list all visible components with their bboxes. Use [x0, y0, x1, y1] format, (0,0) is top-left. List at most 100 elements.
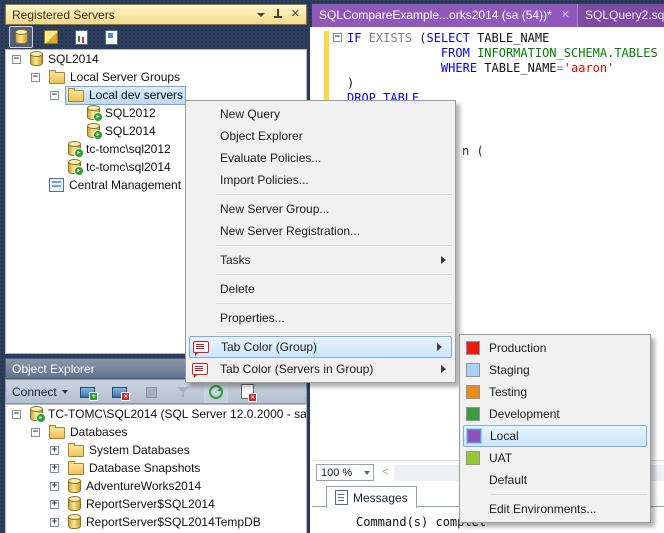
tab-color-submenu: ProductionStagingTestingDevelopment Local… [459, 334, 651, 523]
cube-icon [44, 30, 58, 44]
close-icon[interactable]: ✕ [291, 9, 300, 20]
tree-item-body: ▸SQL2014 [84, 122, 159, 141]
tree-item-label: Local Server Groups [70, 70, 180, 84]
menu-item-label: New Server Group... [220, 202, 329, 216]
code-token [347, 61, 441, 75]
menu-item-label: UAT [489, 451, 512, 465]
menu-item[interactable]: Evaluate Policies... [186, 147, 455, 169]
menu-item[interactable]: New Server Registration... [186, 220, 455, 242]
color-menu-item[interactable]: Production [460, 337, 650, 359]
color-swatch [466, 363, 480, 377]
menu-item-label: Tab Color (Group) [221, 340, 317, 354]
menu-item-label: Delete [220, 282, 255, 296]
menu-item[interactable]: Tab Color (Group) [189, 336, 452, 358]
expander-icon[interactable]: + [50, 446, 59, 455]
integration-services-button[interactable] [99, 26, 123, 48]
menu-item-label: New Query [220, 107, 280, 121]
color-swatch [466, 407, 480, 421]
hscroll-left-arrow-icon[interactable]: < [382, 466, 388, 478]
expander-icon[interactable]: − [31, 73, 40, 82]
tree-item[interactable]: +System Databases [6, 441, 306, 459]
folder-icon [68, 445, 84, 457]
pin-icon[interactable] [274, 9, 282, 20]
menu-item-label: Tasks [220, 253, 251, 267]
code-fold-icon[interactable]: − [333, 33, 342, 42]
tree-item-body: Databases [46, 423, 130, 442]
running-badge-icon: ▸ [36, 413, 46, 423]
database-play-icon: ▸ [87, 106, 100, 120]
database-icon [68, 479, 81, 493]
chevron-down-icon [364, 471, 370, 475]
expander-icon[interactable]: − [31, 428, 40, 437]
stop-button[interactable] [140, 381, 164, 403]
database-play-icon: ▸ [68, 160, 81, 174]
tree-item-label: Databases [70, 425, 127, 439]
color-menu-item[interactable]: Staging [460, 359, 650, 381]
menu-separator [216, 303, 452, 304]
expander-icon[interactable]: − [12, 55, 21, 64]
tree-item-label: ReportServer$SQL2014 [86, 497, 215, 511]
menu-item[interactable]: New Server Group... [186, 198, 455, 220]
color-menu-item[interactable]: Local [463, 425, 647, 447]
code-lines: IF EXISTS (SELECT TABLE_NAME FROM INFORM… [347, 31, 658, 106]
window-position-icon[interactable] [257, 13, 265, 17]
tree-item-label: AdventureWorks2014 [86, 479, 201, 493]
code-token: WHERE [441, 61, 477, 75]
expander-icon[interactable]: + [50, 464, 59, 473]
color-menu-item[interactable]: Edit Environments... [460, 498, 650, 520]
tree-item[interactable]: + ReportServer$SQL2014 [6, 495, 306, 513]
tree-item[interactable]: −SQL2014 [6, 50, 306, 68]
menu-item[interactable]: Import Policies... [186, 169, 455, 191]
menu-item[interactable]: Properties... [186, 307, 455, 329]
document-tab[interactable]: SQLCompareExample...orks2014 (sa (54))*✕ [312, 4, 577, 27]
tree-item[interactable]: −▸TC-TOMC\SQL2014 (SQL Server 12.0.2000 … [6, 405, 306, 423]
tab-close-icon[interactable]: ✕ [561, 4, 570, 27]
expander-icon[interactable]: − [12, 410, 21, 419]
tree-item-label: Local dev servers [89, 88, 183, 102]
database-icon [30, 52, 43, 66]
application-window: Registered Servers ✕ −SQL2014−Local Serv… [0, 0, 664, 533]
menu-item-label: Tab Color (Servers in Group) [220, 362, 373, 376]
color-menu-item[interactable]: Default [460, 469, 650, 491]
database-engine-button[interactable] [9, 26, 33, 48]
tree-item[interactable]: − Databases [6, 423, 306, 441]
expander-icon[interactable]: + [50, 500, 59, 509]
tree-item[interactable]: +Database Snapshots [6, 459, 306, 477]
menu-item[interactable]: Delete [186, 278, 455, 300]
expander-icon[interactable]: + [50, 518, 59, 527]
connect-server-button[interactable]: + [76, 381, 100, 403]
menu-item[interactable]: Object Explorer [186, 125, 455, 147]
code-token [361, 31, 368, 45]
menu-item[interactable]: New Query [186, 103, 455, 125]
script-error-button[interactable]: × [236, 381, 260, 403]
expander-icon[interactable]: − [50, 91, 59, 100]
disconnect-server-button[interactable]: × [108, 381, 132, 403]
menu-item[interactable]: Tasks [186, 249, 455, 271]
document-tab[interactable]: SQLQuery2.sql - TC. [577, 4, 664, 27]
tree-item[interactable]: − Local Server Groups [6, 68, 306, 86]
filter-button[interactable] [172, 381, 196, 403]
messages-icon [335, 490, 348, 505]
tab-color-icon [192, 363, 208, 375]
code-line: WHERE TABLE_NAME='aaron' [347, 61, 658, 76]
menu-item-label: Local [490, 429, 519, 443]
database-play-icon: ▸ [87, 124, 100, 138]
menu-item[interactable]: Tab Color (Servers in Group) [186, 358, 455, 380]
registered-servers-toolbar [5, 25, 307, 49]
central-servers-icon [49, 178, 64, 192]
color-menu-item[interactable]: Testing [460, 381, 650, 403]
zoom-select[interactable]: 100 % [316, 464, 374, 481]
reporting-services-button[interactable] [69, 26, 93, 48]
expander-icon[interactable]: + [50, 482, 59, 491]
analysis-services-button[interactable] [39, 26, 63, 48]
refresh-button[interactable] [204, 381, 228, 403]
tree-item[interactable]: + AdventureWorks2014 [6, 477, 306, 495]
code-token: INFORMATION_SCHEMA.TABLES [477, 46, 658, 60]
color-menu-item[interactable]: UAT [460, 447, 650, 469]
tree-item[interactable]: +ReportServer$SQL2014TempDB [6, 513, 306, 531]
tab-messages[interactable]: Messages [326, 486, 417, 508]
code-token: ( [412, 31, 426, 45]
folder-icon [68, 90, 84, 102]
connect-button[interactable]: Connect [12, 385, 68, 399]
color-menu-item[interactable]: Development [460, 403, 650, 425]
